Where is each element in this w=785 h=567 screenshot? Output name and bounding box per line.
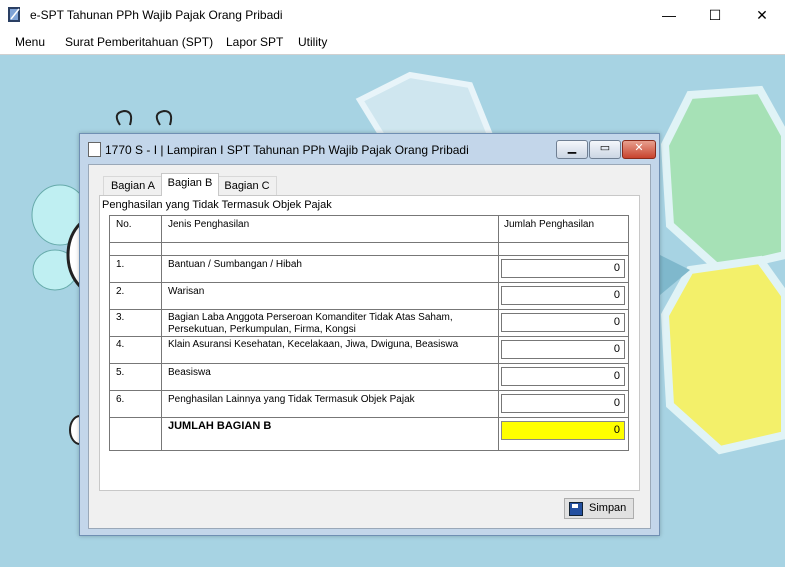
menu-item-spt[interactable]: Surat Pemberitahuan (SPT)	[65, 35, 213, 49]
table-border	[109, 242, 629, 243]
dialog-body: Bagian A Bagian B Bagian C Penghasilan y…	[88, 164, 651, 529]
simpan-button[interactable]: Simpan	[564, 498, 634, 519]
close-icon: ✕	[634, 142, 644, 154]
warisan-input[interactable]: 0	[501, 286, 625, 305]
app-title: e-SPT Tahunan PPh Wajib Pajak Orang Prib…	[30, 8, 283, 22]
row-jenis: Beasiswa	[168, 367, 211, 378]
table-border	[161, 215, 162, 451]
row-jenis: Penghasilan Lainnya yang Tidak Termasuk …	[168, 394, 415, 405]
tab-bagian-c[interactable]: Bagian C	[217, 176, 277, 196]
dialog-maximize-button[interactable]: ▭	[589, 140, 621, 159]
minimize-button[interactable]: —	[646, 0, 692, 30]
tab-bagian-a[interactable]: Bagian A	[103, 176, 163, 196]
close-button[interactable]: ✕	[739, 0, 785, 30]
header-jumlah: Jumlah Penghasilan	[504, 219, 595, 230]
dialog-title: 1770 S - I | Lampiran I SPT Tahunan PPh …	[105, 143, 469, 157]
table-border	[109, 215, 629, 216]
tab-bagian-b[interactable]: Bagian B	[161, 173, 219, 196]
row-no: 5.	[116, 367, 125, 378]
section-title: Penghasilan yang Tidak Termasuk Objek Pa…	[102, 199, 332, 211]
header-no: No.	[116, 219, 132, 230]
table-border	[109, 363, 629, 364]
row-jenis: Warisan	[168, 286, 205, 297]
total-label: JUMLAH BAGIAN B	[168, 420, 272, 432]
maximize-icon: ▭	[599, 142, 611, 154]
table-border	[109, 390, 629, 391]
row-no: 4.	[116, 339, 125, 350]
menu-bar: Menu Surat Pemberitahuan (SPT) Lapor SPT…	[0, 30, 785, 55]
row-jenis: Bantuan / Sumbangan / Hibah	[168, 259, 302, 270]
menu-item-menu[interactable]: Menu	[15, 35, 45, 49]
income-table: No. Jenis Penghasilan Jumlah Penghasilan…	[109, 215, 629, 451]
dialog-minimize-button[interactable]: ▁	[556, 140, 588, 159]
row-jenis-continued: Persekutuan, Perkumpulan, Firma, Kongsi	[168, 324, 356, 335]
header-jenis: Jenis Penghasilan	[168, 219, 250, 230]
penghasilan-lainnya-input[interactable]: 0	[501, 394, 625, 413]
table-border	[109, 215, 110, 451]
document-icon	[88, 142, 101, 157]
menu-item-lapor-spt[interactable]: Lapor SPT	[226, 35, 283, 49]
row-no: 2.	[116, 286, 125, 297]
table-border	[109, 450, 629, 451]
row-no: 3.	[116, 312, 125, 323]
table-border	[498, 215, 499, 451]
row-no: 6.	[116, 394, 125, 405]
bantuan-input[interactable]: 0	[501, 259, 625, 278]
floppy-disk-icon	[569, 502, 583, 516]
lampiran-dialog: 1770 S - I | Lampiran I SPT Tahunan PPh …	[79, 133, 660, 536]
bagian-laba-input[interactable]: 0	[501, 313, 625, 332]
dialog-close-button[interactable]: ✕	[622, 140, 656, 159]
table-border	[109, 309, 629, 310]
main-titlebar: e-SPT Tahunan PPh Wajib Pajak Orang Prib…	[0, 0, 785, 30]
beasiswa-input[interactable]: 0	[501, 367, 625, 386]
menu-item-utility[interactable]: Utility	[298, 35, 327, 49]
jumlah-bagian-b-field: 0	[501, 421, 625, 440]
dialog-titlebar: 1770 S - I | Lampiran I SPT Tahunan PPh …	[80, 134, 659, 164]
klaim-asuransi-input[interactable]: 0	[501, 340, 625, 359]
maximize-button[interactable]: ☐	[692, 0, 738, 30]
minimize-icon: ▁	[567, 142, 577, 154]
row-jenis: Klain Asuransi Kesehatan, Kecelakaan, Ji…	[168, 339, 459, 350]
table-border	[109, 282, 629, 283]
row-no: 1.	[116, 259, 125, 270]
table-border	[628, 215, 629, 451]
table-border	[109, 336, 629, 337]
simpan-label: Simpan	[589, 502, 627, 514]
table-border	[109, 417, 629, 418]
row-jenis: Bagian Laba Anggota Perseroan Komanditer…	[168, 312, 453, 323]
table-border	[109, 255, 629, 256]
app-icon	[8, 7, 20, 22]
